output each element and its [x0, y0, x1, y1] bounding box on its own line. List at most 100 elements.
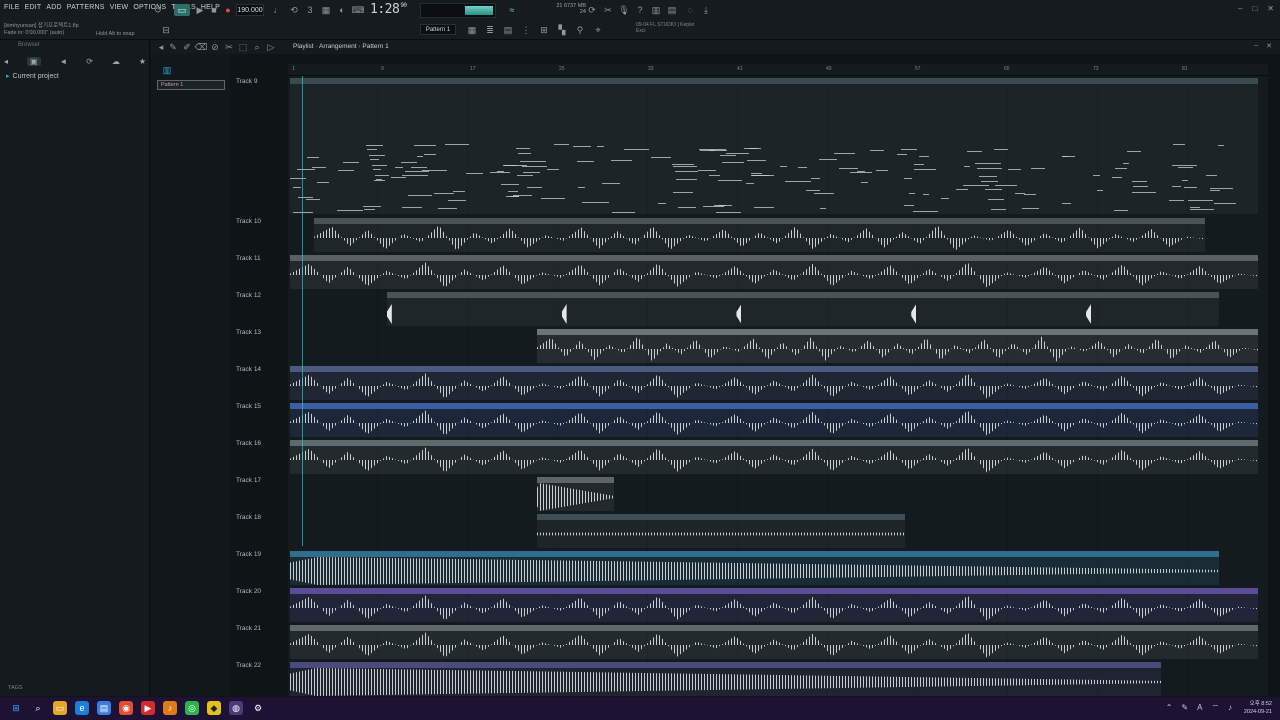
track-label[interactable]: Track 19: [236, 551, 288, 558]
loop-record-icon[interactable]: ⟲: [288, 4, 300, 16]
stop-icon[interactable]: ■: [208, 4, 220, 16]
cloud-icon[interactable]: ☁: [112, 57, 120, 66]
draw-icon[interactable]: ✎: [167, 41, 179, 53]
playlist-minimize-icon[interactable]: –: [1254, 42, 1258, 50]
track-label[interactable]: Track 9: [236, 78, 288, 85]
plugin-icon[interactable]: ⊞: [538, 24, 550, 36]
countdown-icon[interactable]: 3: [304, 4, 316, 16]
playlist-path-pattern[interactable]: Pattern 1: [362, 43, 388, 50]
wifi-icon[interactable]: ⌔: [1211, 703, 1219, 713]
picker-menu-icon[interactable]: ▥: [161, 64, 173, 76]
grid-icon[interactable]: ▚: [556, 24, 568, 36]
store-icon[interactable]: ▤: [97, 701, 111, 715]
track-label[interactable]: Track 20: [236, 588, 288, 595]
typing-keyboard-icon[interactable]: ⌨: [352, 4, 365, 16]
channel-icon[interactable]: ⋮: [520, 24, 532, 36]
fl-studio-icon[interactable]: ♪: [163, 701, 177, 715]
timeline-ruler[interactable]: 1 9 17 25 33 41 49 57 65 73 81: [288, 64, 1268, 76]
system-clock[interactable]: 오후 8:52 2024-09-21: [1244, 700, 1272, 716]
refresh-icon[interactable]: ⟳: [86, 57, 93, 66]
piano-roll-icon[interactable]: ▦: [466, 24, 478, 36]
playlist-icon[interactable]: ≣: [484, 24, 496, 36]
paint-icon[interactable]: ✐: [181, 41, 193, 53]
track-label[interactable]: Track 21: [236, 625, 288, 632]
record-icon[interactable]: ●: [222, 4, 234, 16]
file-explorer-icon[interactable]: ▭: [53, 701, 67, 715]
tools-icon[interactable]: ✂: [602, 4, 614, 16]
online-icon[interactable]: ⟳: [586, 4, 598, 16]
download-icon[interactable]: ⤓: [700, 4, 712, 16]
zoom-icon[interactable]: ⌕: [251, 41, 263, 53]
playlist-close-icon[interactable]: ✕: [1266, 42, 1272, 50]
edge-icon[interactable]: e: [75, 701, 89, 715]
video-app-icon[interactable]: ▶: [141, 701, 155, 715]
delete-icon[interactable]: ⌫: [195, 41, 208, 53]
windows-start-icon[interactable]: ⊞: [9, 701, 23, 715]
blend-notes-icon[interactable]: ◐: [336, 4, 348, 16]
playhead[interactable]: [302, 76, 303, 546]
playlist-path-arrangement[interactable]: Arrangement: [319, 43, 357, 50]
snap-icon[interactable]: ⊟: [160, 24, 172, 36]
mic-icon[interactable]: 🎙: [618, 4, 630, 16]
undo-icon[interactable]: ↺: [152, 4, 164, 16]
track-label[interactable]: Track 16: [236, 440, 288, 447]
magnet-icon[interactable]: ⌖: [592, 24, 604, 36]
track-label[interactable]: Track 11: [236, 255, 288, 262]
track-label[interactable]: Track 17: [236, 477, 288, 484]
news-panel[interactable]: 09-04 FL STUDIO | Kepler Exci: [636, 22, 695, 34]
tray-chevron-icon[interactable]: ⌃: [1166, 703, 1173, 713]
track-label[interactable]: Track 18: [236, 514, 288, 521]
browser-panel: Browser ◂ ▣ ◄ ⟳ ☁ ★ ▸ Current project TAG…: [0, 40, 150, 696]
star-icon[interactable]: ★: [139, 57, 146, 66]
chrome-icon[interactable]: ◎: [185, 701, 199, 715]
collapse-icon[interactable]: ◂: [4, 57, 8, 66]
menu-file[interactable]: FILE: [4, 4, 20, 11]
slice-icon[interactable]: ✂: [223, 41, 235, 53]
playlist-menu-icon[interactable]: ◂: [155, 41, 167, 53]
browser-item-current-project[interactable]: ▸ Current project: [6, 72, 59, 80]
track-label[interactable]: Track 13: [236, 329, 288, 336]
play-icon[interactable]: ▶: [194, 4, 206, 16]
tempo-display[interactable]: 190.000: [236, 4, 264, 16]
track-label[interactable]: Track 12: [236, 292, 288, 299]
tags-label[interactable]: TAGS: [8, 685, 23, 691]
track-label[interactable]: Track 15: [236, 403, 288, 410]
step-edit-icon[interactable]: ▦: [320, 4, 332, 16]
track-label[interactable]: Track 14: [236, 366, 288, 373]
kakao-icon[interactable]: ◆: [207, 701, 221, 715]
settings-icon[interactable]: ⚙: [251, 701, 265, 715]
maximize-icon[interactable]: □: [1252, 4, 1257, 13]
menu-view[interactable]: VIEW: [110, 4, 129, 11]
ruler-tick: 49: [826, 66, 832, 72]
menu-edit[interactable]: EDIT: [25, 4, 42, 11]
playback-icon[interactable]: ▷: [265, 41, 277, 53]
search-icon[interactable]: ⌕: [31, 701, 45, 715]
track-label[interactable]: Track 22: [236, 662, 288, 669]
picker-pattern-1[interactable]: Pattern 1: [157, 80, 225, 90]
channel-rack-icon[interactable]: ▤: [666, 4, 678, 16]
back-icon[interactable]: ◄: [59, 57, 67, 66]
metronome-icon[interactable]: ♩: [272, 4, 284, 16]
all-files-icon[interactable]: ▣: [26, 56, 41, 66]
browser-app-icon[interactable]: ◉: [119, 701, 133, 715]
browser-icon[interactable]: ▤: [502, 24, 514, 36]
select-icon[interactable]: ⬚: [237, 41, 249, 53]
help-icon[interactable]: ?: [634, 4, 646, 16]
mute-icon[interactable]: ⊘: [209, 41, 221, 53]
menu-patterns[interactable]: PATTERNS: [67, 4, 105, 11]
record-app-icon[interactable]: ◍: [229, 701, 243, 715]
fl-studio-window: FILE EDIT ADD PATTERNS VIEW OPTIONS TOOL…: [0, 0, 1280, 720]
mixer-icon[interactable]: ▥: [650, 4, 662, 16]
volume-icon[interactable]: ♪: [1228, 703, 1232, 713]
pattern-selector[interactable]: Pattern 1: [420, 24, 456, 35]
pin-icon[interactable]: ⚲: [574, 24, 586, 36]
song-mode-toggle[interactable]: ▭: [174, 4, 190, 16]
close-icon[interactable]: ✕: [1267, 4, 1274, 13]
tray-ime-icon[interactable]: A: [1197, 703, 1202, 713]
tray-pen-icon[interactable]: ✎: [1181, 703, 1188, 713]
track-headers: Track 9 Track 10 Track 11 Track 12 Track 13 T…: [230, 76, 1280, 696]
menu-add[interactable]: ADD: [46, 4, 61, 11]
minimize-icon[interactable]: –: [1238, 4, 1242, 13]
track-label[interactable]: Track 10: [236, 218, 288, 225]
chat-icon[interactable]: ◌: [684, 4, 696, 16]
